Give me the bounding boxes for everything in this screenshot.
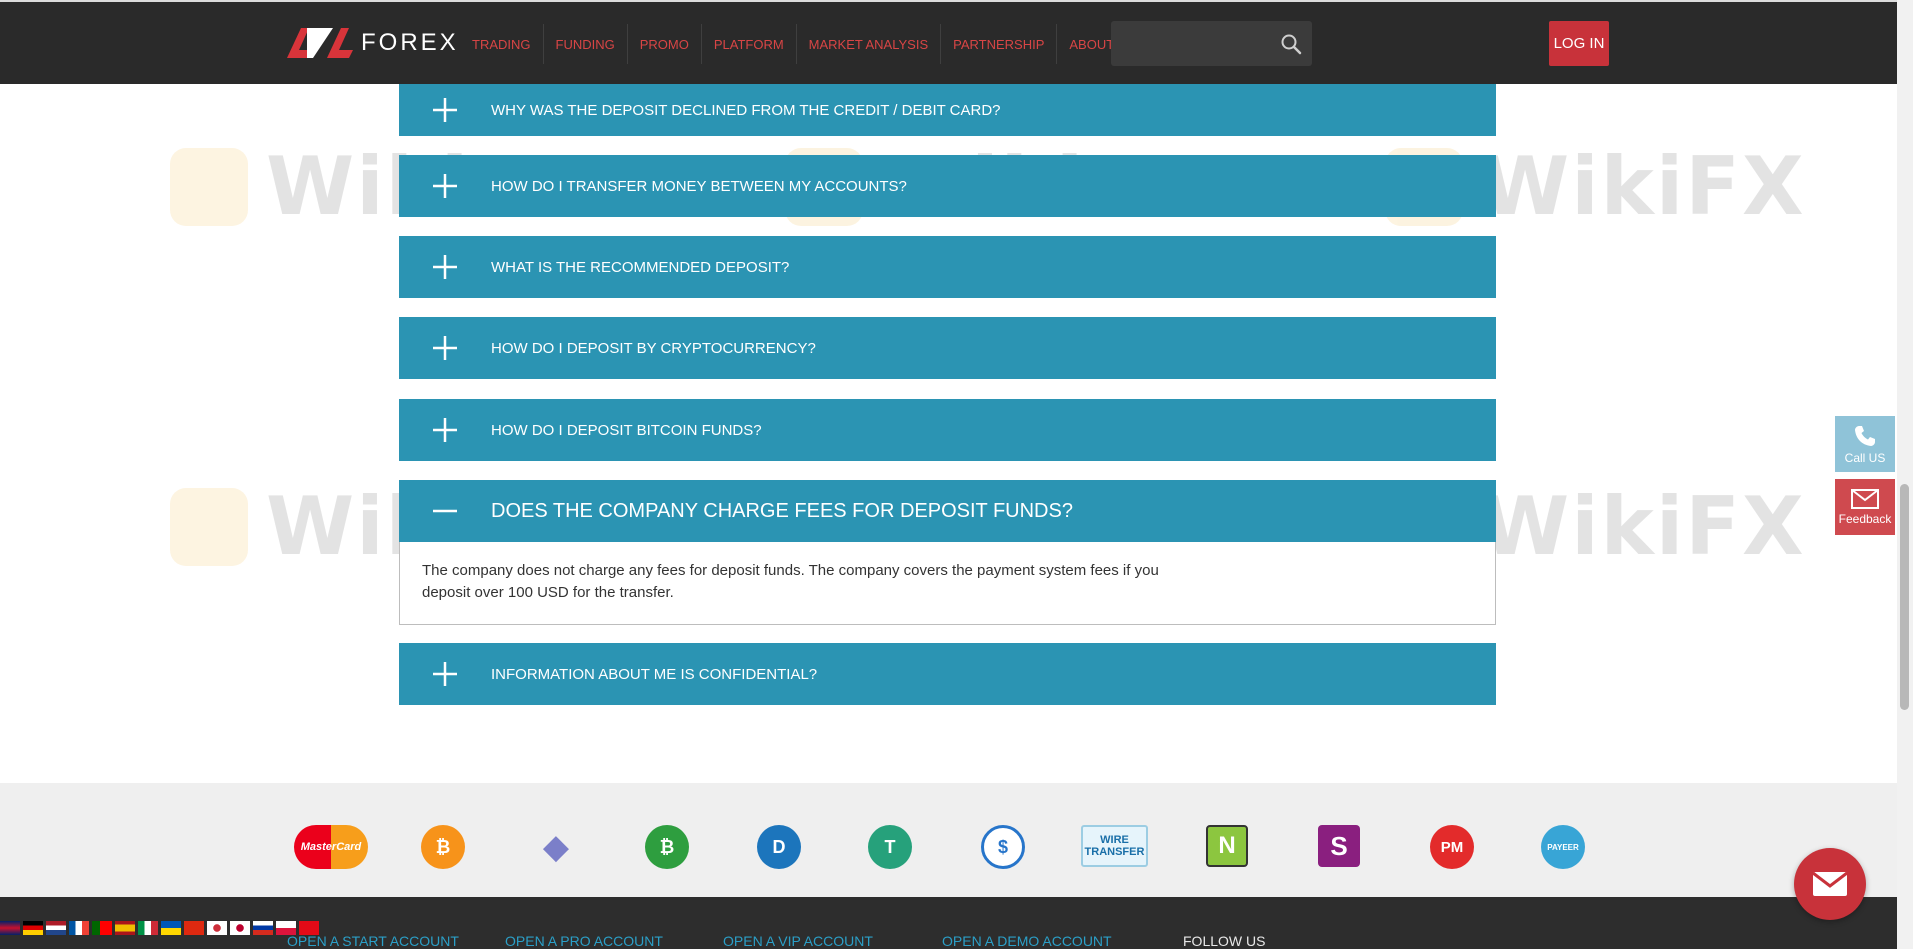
mastercard-icon: MasterCard (294, 825, 368, 869)
faq-answer: The company does not charge any fees for… (399, 542, 1496, 625)
flag-jp-icon[interactable] (230, 921, 250, 935)
main-nav: TRADING FUNDING PROMO PLATFORM MARKET AN… (460, 24, 1126, 64)
tether-icon: T (868, 825, 912, 869)
plus-icon (399, 97, 491, 123)
faq-item-open[interactable]: DOES THE COMPANY CHARGE FEES FOR DEPOSIT… (399, 480, 1496, 625)
wire-transfer-icon: WIRE TRANSFER (1081, 825, 1148, 867)
open-start-account-link[interactable]: OPEN A START ACCOUNT (287, 933, 459, 949)
faq-question-bar[interactable]: WHAT IS THE RECOMMENDED DEPOSIT? (399, 236, 1496, 298)
bitcoin-icon: ₿ (421, 825, 465, 869)
plus-icon (399, 417, 491, 443)
minus-icon (399, 498, 491, 524)
faq-question: HOW DO I DEPOSIT BITCOIN FUNDS? (491, 421, 762, 439)
aza-logo-icon (287, 28, 353, 58)
plus-icon (399, 661, 491, 687)
faq-question-bar[interactable]: INFORMATION ABOUT ME IS CONFIDENTIAL? (399, 643, 1496, 705)
logo-text: FOREX (361, 29, 459, 56)
flag-es-icon[interactable] (115, 921, 135, 935)
faq-item[interactable]: HOW DO I TRANSFER MONEY BETWEEN MY ACCOU… (399, 155, 1496, 217)
payeer-icon: PAYEER (1541, 825, 1585, 869)
language-flags (0, 921, 319, 935)
faq-answer-text: The company does not charge any fees for… (422, 562, 1159, 601)
flag-it-icon[interactable] (138, 921, 158, 935)
envelope-icon (1851, 488, 1879, 509)
neteller-icon: N (1206, 825, 1248, 867)
search-icon[interactable] (1280, 33, 1302, 55)
scrollbar-thumb[interactable] (1900, 484, 1909, 710)
logo[interactable]: FOREX (287, 28, 459, 58)
flag-ua-icon[interactable] (161, 921, 181, 935)
faq-item[interactable]: WHY WAS THE DEPOSIT DECLINED FROM THE CR… (399, 84, 1496, 136)
login-button[interactable]: LOG IN (1549, 21, 1609, 66)
envelope-icon (1812, 871, 1848, 896)
flag-cn-icon[interactable] (184, 921, 204, 935)
nav-funding[interactable]: FUNDING (544, 24, 628, 64)
flag-de-icon[interactable] (23, 921, 43, 935)
usd-coin-icon: $ (981, 825, 1025, 869)
bitcoin-cash-icon: ₿ (645, 825, 689, 869)
faq-question-bar[interactable]: WHY WAS THE DEPOSIT DECLINED FROM THE CR… (399, 84, 1496, 136)
flag-kr-icon[interactable] (207, 921, 227, 935)
faq-question-bar[interactable]: HOW DO I TRANSFER MONEY BETWEEN MY ACCOU… (399, 155, 1496, 217)
perfect-money-icon: PM (1430, 825, 1474, 869)
phone-icon (1855, 425, 1875, 446)
faq-item[interactable]: INFORMATION ABOUT ME IS CONFIDENTIAL? (399, 643, 1496, 705)
faq-question: DOES THE COMPANY CHARGE FEES FOR DEPOSIT… (491, 499, 1073, 522)
flag-pl-icon[interactable] (276, 921, 296, 935)
payment-methods: MasterCard ₿ ◆ ₿ D T $ WIRE TRANSFER N S… (0, 783, 1897, 897)
open-demo-account-link[interactable]: OPEN A DEMO ACCOUNT (942, 933, 1112, 949)
search-box (1111, 21, 1312, 66)
feedback-widget[interactable]: Feedback (1835, 479, 1895, 535)
open-pro-account-link[interactable]: OPEN A PRO ACCOUNT (505, 933, 663, 949)
call-us-label: Call US (1844, 450, 1886, 465)
faq-question-bar[interactable]: HOW DO I DEPOSIT BITCOIN FUNDS? (399, 399, 1496, 461)
follow-us-label: FOLLOW US (1183, 933, 1266, 949)
nav-partnership[interactable]: PARTNERSHIP (941, 24, 1058, 64)
faq-question: WHY WAS THE DEPOSIT DECLINED FROM THE CR… (491, 101, 1001, 119)
nav-market-analysis[interactable]: MARKET ANALYSIS (797, 24, 942, 64)
faq-question: HOW DO I TRANSFER MONEY BETWEEN MY ACCOU… (491, 177, 907, 195)
flag-nl-icon[interactable] (46, 921, 66, 935)
plus-icon (399, 335, 491, 361)
flag-pt-icon[interactable] (92, 921, 112, 935)
nav-platform[interactable]: PLATFORM (702, 24, 797, 64)
nav-promo[interactable]: PROMO (628, 24, 702, 64)
faq-item[interactable]: HOW DO I DEPOSIT BITCOIN FUNDS? (399, 399, 1496, 461)
faq-question: HOW DO I DEPOSIT BY CRYPTOCURRENCY? (491, 339, 816, 357)
open-vip-account-link[interactable]: OPEN A VIP ACCOUNT (723, 933, 873, 949)
ethereum-icon: ◆ (542, 828, 570, 866)
contact-mail-button[interactable] (1794, 848, 1866, 920)
flag-ru-icon[interactable] (253, 921, 273, 935)
faq-question: INFORMATION ABOUT ME IS CONFIDENTIAL? (491, 665, 818, 683)
faq-item[interactable]: HOW DO I DEPOSIT BY CRYPTOCURRENCY? (399, 317, 1496, 379)
skrill-icon: S (1318, 825, 1360, 867)
call-us-widget[interactable]: Call US (1835, 416, 1895, 472)
flag-tr-icon[interactable] (299, 921, 319, 935)
faq-question-bar[interactable]: HOW DO I DEPOSIT BY CRYPTOCURRENCY? (399, 317, 1496, 379)
feedback-label: Feedback (1838, 511, 1892, 526)
scrollbar-track[interactable] (1897, 0, 1913, 949)
faq-question: WHAT IS THE RECOMMENDED DEPOSIT? (491, 258, 790, 276)
top-header: FOREX TRADING FUNDING PROMO PLATFORM MAR… (0, 0, 1897, 84)
flag-fr-icon[interactable] (69, 921, 89, 935)
plus-icon (399, 254, 491, 280)
search-input[interactable] (1119, 29, 1269, 57)
dash-icon: D (757, 825, 801, 869)
plus-icon (399, 173, 491, 199)
nav-trading[interactable]: TRADING (460, 24, 544, 64)
faq-item[interactable]: WHAT IS THE RECOMMENDED DEPOSIT? (399, 236, 1496, 298)
faq-question-bar[interactable]: DOES THE COMPANY CHARGE FEES FOR DEPOSIT… (399, 480, 1496, 542)
flag-en-icon[interactable] (0, 921, 20, 935)
